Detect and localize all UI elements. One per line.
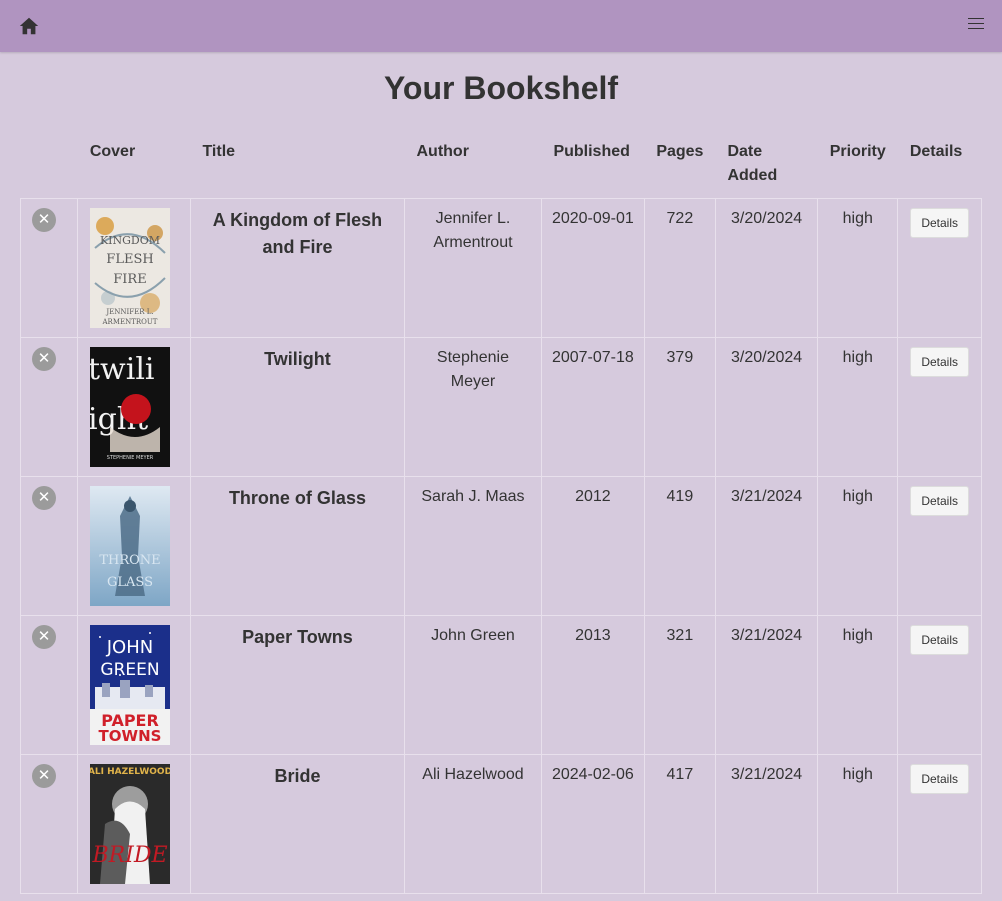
top-navbar xyxy=(0,0,1002,52)
book-published: 2013 xyxy=(540,615,645,755)
details-button[interactable]: Details xyxy=(910,208,969,238)
table-row: ✕ KINGDOM FLESH FIRE JENNIFER L. ARMENTR… xyxy=(19,198,982,338)
remove-cell: ✕ xyxy=(19,615,79,755)
table-row: ✕ twili ight STEPHENIE MEYER Twilight St… xyxy=(19,337,982,477)
book-title: Throne of Glass xyxy=(189,476,405,616)
remove-cell: ✕ xyxy=(19,754,79,894)
remove-cell: ✕ xyxy=(19,476,79,616)
column-header-author: Author xyxy=(404,130,542,199)
column-header-remove xyxy=(20,130,78,199)
home-icon[interactable] xyxy=(18,15,40,37)
close-icon[interactable]: ✕ xyxy=(32,347,56,371)
book-title: Bride xyxy=(189,754,405,894)
close-icon[interactable]: ✕ xyxy=(32,208,56,232)
book-cover-image: THRONE GLASS xyxy=(90,486,171,606)
column-header-pages: Pages xyxy=(644,130,716,199)
book-author: Stephenie Meyer xyxy=(403,337,542,477)
book-pages: 419 xyxy=(643,476,716,616)
svg-text:FIRE: FIRE xyxy=(114,272,147,287)
details-button[interactable]: Details xyxy=(910,347,969,377)
book-priority: high xyxy=(817,754,899,894)
svg-text:FLESH: FLESH xyxy=(107,252,154,267)
svg-text:twili: twili xyxy=(90,352,155,387)
book-priority: high xyxy=(817,476,899,616)
details-cell: Details xyxy=(897,337,982,477)
svg-text:ARMENTROUT: ARMENTROUT xyxy=(102,318,158,326)
book-published: 2007-07-18 xyxy=(540,337,645,477)
cover-cell: twili ight STEPHENIE MEYER xyxy=(77,337,191,477)
book-published: 2020-09-01 xyxy=(540,198,645,338)
book-date-added: 3/20/2024 xyxy=(714,198,819,338)
column-header-published: Published xyxy=(541,130,645,199)
book-date-added: 3/21/2024 xyxy=(714,754,819,894)
details-button[interactable]: Details xyxy=(910,486,969,516)
remove-cell: ✕ xyxy=(19,198,79,338)
table-row: ✕ ALI HAZELWOOD BRIDE Bride Ali Hazelwoo… xyxy=(19,754,982,894)
book-pages: 321 xyxy=(643,615,716,755)
page-title: Your Bookshelf xyxy=(383,70,619,106)
details-cell: Details xyxy=(897,198,982,338)
cover-cell: THRONE GLASS xyxy=(77,476,191,616)
column-header-title: Title xyxy=(190,130,405,199)
table-row: ✕ JOHN GREEN PAPER TOWNS Paper Towns Joh… xyxy=(19,615,982,755)
book-cover-image: ALI HAZELWOOD BRIDE xyxy=(90,764,171,884)
book-cover-image: JOHN GREEN PAPER TOWNS xyxy=(90,625,171,745)
column-header-priority: Priority xyxy=(817,130,898,199)
cover-cell: JOHN GREEN PAPER TOWNS xyxy=(77,615,191,755)
svg-text:GREEN: GREEN xyxy=(101,660,160,680)
book-pages: 417 xyxy=(643,754,716,894)
book-published: 2012 xyxy=(540,476,645,616)
book-cover-image: KINGDOM FLESH FIRE JENNIFER L. ARMENTROU… xyxy=(90,208,171,328)
book-cover-image: twili ight STEPHENIE MEYER xyxy=(90,347,171,467)
cover-cell: KINGDOM FLESH FIRE JENNIFER L. ARMENTROU… xyxy=(77,198,191,338)
book-pages: 379 xyxy=(643,337,716,477)
book-title: A Kingdom of Flesh and Fire xyxy=(189,198,405,338)
book-author: Jennifer L. Armentrout xyxy=(403,198,542,338)
book-priority: high xyxy=(817,615,899,755)
details-cell: Details xyxy=(897,476,982,616)
close-icon[interactable]: ✕ xyxy=(32,486,56,510)
svg-text:TOWNS: TOWNS xyxy=(99,727,162,745)
table-row: ✕ THRONE GLASS Throne of Glass Sarah J. … xyxy=(19,476,982,616)
book-date-added: 3/20/2024 xyxy=(714,337,819,477)
details-button[interactable]: Details xyxy=(910,625,969,655)
book-pages: 722 xyxy=(643,198,716,338)
cover-cell: ALI HAZELWOOD BRIDE xyxy=(77,754,191,894)
book-date-added: 3/21/2024 xyxy=(714,615,819,755)
details-button[interactable]: Details xyxy=(910,764,969,794)
close-icon[interactable]: ✕ xyxy=(32,625,56,649)
svg-text:ALI HAZELWOOD: ALI HAZELWOOD xyxy=(90,767,170,777)
svg-text:GLASS: GLASS xyxy=(107,575,153,590)
bookshelf-table: Cover Title Author Published Pages Date … xyxy=(19,130,982,894)
details-cell: Details xyxy=(897,754,982,894)
svg-text:KINGDOM: KINGDOM xyxy=(100,234,160,247)
book-published: 2024-02-06 xyxy=(540,754,645,894)
book-author: Sarah J. Maas xyxy=(403,476,542,616)
svg-text:JENNIFER L.: JENNIFER L. xyxy=(106,308,154,316)
book-author: Ali Hazelwood xyxy=(403,754,542,894)
book-priority: high xyxy=(817,198,899,338)
book-title: Twilight xyxy=(189,337,405,477)
hamburger-menu-icon[interactable] xyxy=(968,18,984,32)
table-header-row: Cover Title Author Published Pages Date … xyxy=(20,130,982,199)
remove-cell: ✕ xyxy=(19,337,79,477)
book-author: John Green xyxy=(403,615,542,755)
details-cell: Details xyxy=(897,615,982,755)
svg-text:BRIDE: BRIDE xyxy=(92,843,168,868)
book-date-added: 3/21/2024 xyxy=(714,476,819,616)
svg-text:JOHN: JOHN xyxy=(106,637,153,658)
close-icon[interactable]: ✕ xyxy=(32,764,56,788)
svg-text:STEPHENIE MEYER: STEPHENIE MEYER xyxy=(107,455,154,461)
column-header-details: Details xyxy=(897,130,982,199)
column-header-cover: Cover xyxy=(77,130,191,199)
column-header-date-added: Date Added xyxy=(715,130,818,199)
book-priority: high xyxy=(817,337,899,477)
book-title: Paper Towns xyxy=(189,615,405,755)
svg-text:THRONE: THRONE xyxy=(100,553,161,568)
